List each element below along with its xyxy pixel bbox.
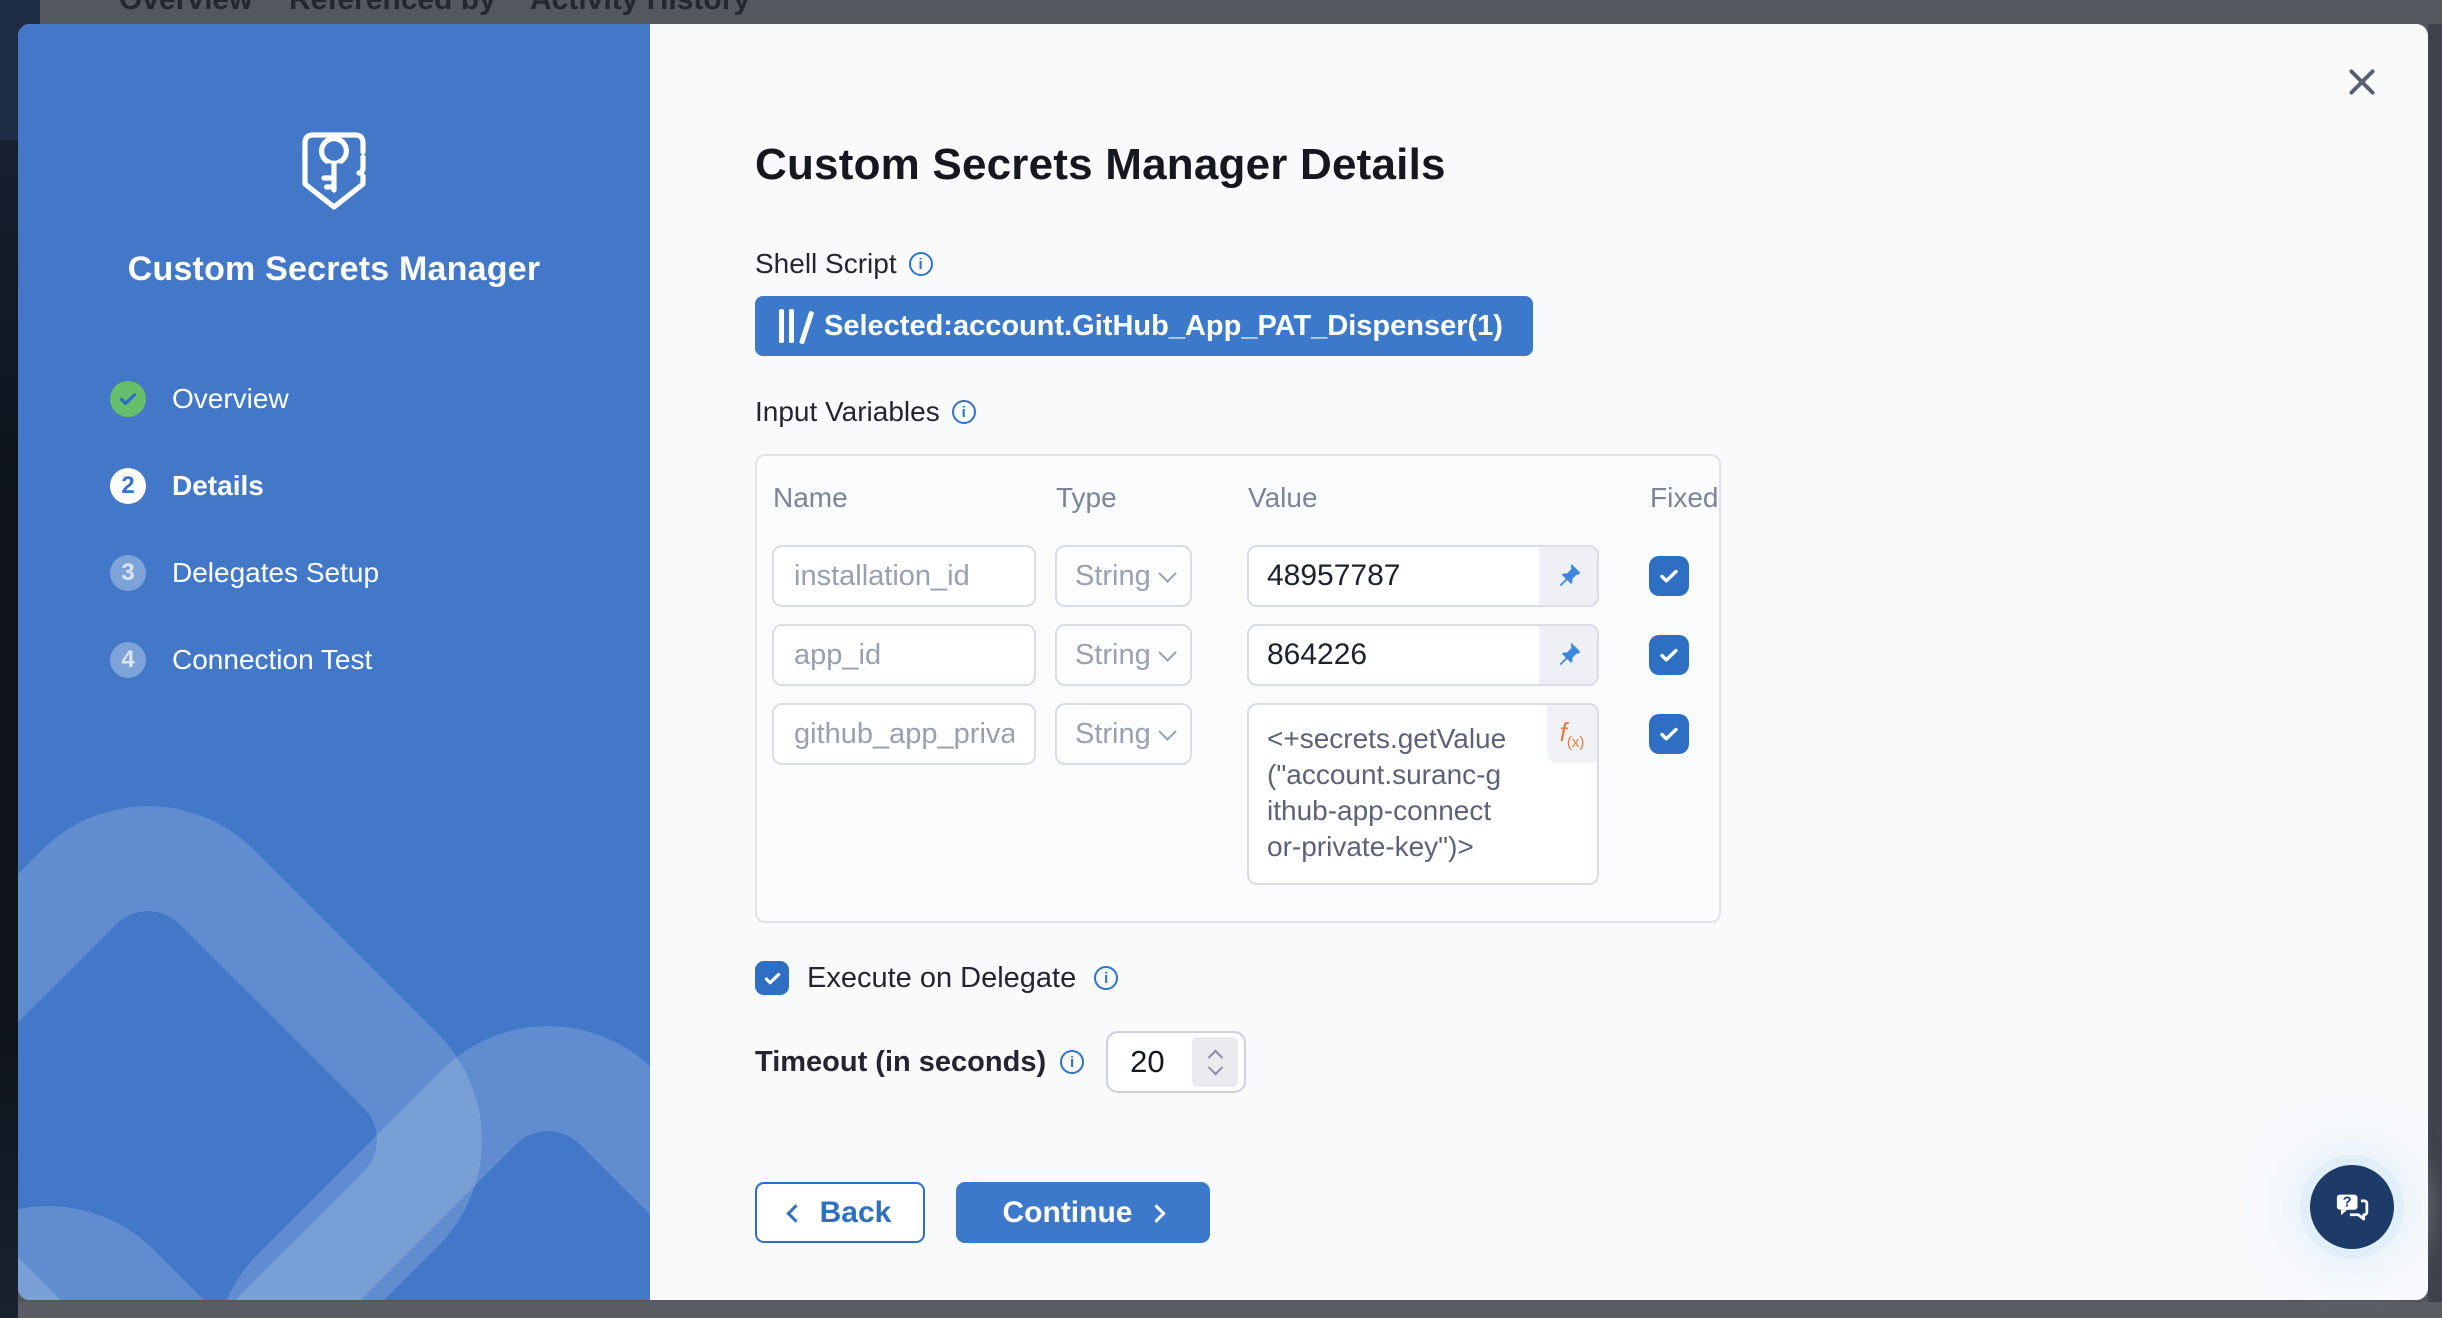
chevron-down-icon [1158,722,1176,740]
backdrop-bottom-strip [18,1302,2442,1318]
tab-referenced-by[interactable]: Referenced by [289,0,496,17]
tab-activity-history[interactable]: Activity History [530,0,750,17]
execute-on-delegate-label: Execute on Delegate [807,962,1076,995]
step-label: Overview [172,383,289,415]
variable-value-expression-textarea[interactable]: <+secrets.getValue ("account.suranc-g it… [1249,705,1597,883]
table-row: String [1055,545,1247,607]
back-button[interactable]: Back [755,1182,925,1243]
secrets-manager-shield-key-icon [289,124,379,220]
pin-icon[interactable] [1539,547,1597,605]
column-header-name: Name [772,474,1055,528]
wizard-steps: Overview 2 Details 3 Delegates Setup 4 C… [18,381,650,678]
fixed-checkbox[interactable] [1649,556,1689,596]
step-label: Details [172,470,264,502]
chevron-right-icon [1148,1204,1166,1222]
secrets-manager-wizard-modal: Custom Secrets Manager Overview 2 Detail… [18,24,2428,1300]
timeout-input-group [1106,1031,1246,1093]
step-done-check-icon [110,381,146,417]
column-header-fixed: Fixed [1649,474,1718,528]
chat-question-icon: ? [2330,1185,2374,1229]
table-row [1649,703,1718,754]
backdrop-topbar: Overview Referenced by Activity History [40,0,2442,24]
variable-type-select[interactable]: String [1055,703,1192,765]
svg-text:?: ? [2343,1195,2352,1211]
timeout-input[interactable] [1108,1044,1192,1080]
table-row [1649,545,1718,596]
template-library-icon [779,309,804,343]
fixed-checkbox[interactable] [1649,635,1689,675]
input-variables-table: Name Type Value Fixed String [755,454,1721,923]
variable-value-input[interactable] [1249,626,1539,684]
variable-name-input[interactable] [772,624,1036,686]
variable-value-input[interactable] [1249,547,1539,605]
selected-template-chip[interactable]: Selected:account.GitHub_App_PAT_Dispense… [755,296,1533,356]
step-label: Connection Test [172,644,372,676]
column-header-value: Value [1247,474,1633,528]
table-row [772,624,1055,686]
step-label: Delegates Setup [172,557,379,589]
execute-on-delegate-checkbox[interactable] [755,961,789,995]
close-icon[interactable] [2344,64,2380,100]
pin-icon[interactable] [1539,626,1597,684]
table-row [1247,545,1633,607]
backdrop-left-strip [0,140,18,1318]
step-connection-test[interactable]: 4 Connection Test [110,642,650,678]
chevron-left-icon [786,1204,804,1222]
wizard-content: Custom Secrets Manager Details Shell Scr… [650,24,2428,1300]
step-delegates-setup[interactable]: 3 Delegates Setup [110,555,650,591]
info-icon[interactable] [1094,966,1118,990]
chevron-down-icon [1158,564,1176,582]
page-title: Custom Secrets Manager Details [755,140,2428,190]
number-stepper[interactable] [1192,1037,1238,1087]
info-icon[interactable] [909,252,933,276]
variable-type-select[interactable]: String [1055,624,1192,686]
tab-overview[interactable]: Overview [119,0,252,17]
step-overview[interactable]: Overview [110,381,650,417]
column-header-type: Type [1055,474,1247,528]
variable-name-input[interactable] [772,545,1036,607]
sidebar-title: Custom Secrets Manager [18,250,650,289]
step-details[interactable]: 2 Details [110,468,650,504]
table-row [772,545,1055,607]
table-row: String [1055,703,1247,765]
chevron-down-icon [1207,1059,1223,1075]
expression-fx-icon[interactable]: f(x) [1547,705,1597,763]
table-row [1247,624,1633,686]
table-row: String [1055,624,1247,686]
wizard-sidebar: Custom Secrets Manager Overview 2 Detail… [18,24,650,1300]
step-number-badge: 2 [110,468,146,504]
shell-script-label: Shell Script [755,248,897,280]
table-row [772,703,1055,765]
backdrop-right-strip [2428,24,2442,1304]
step-number-badge: 3 [110,555,146,591]
timeout-label: Timeout (in seconds) [755,1046,1046,1079]
info-icon[interactable] [952,400,976,424]
variable-name-input[interactable] [772,703,1036,765]
info-icon[interactable] [1060,1050,1084,1074]
table-row: <+secrets.getValue ("account.suranc-g it… [1247,703,1633,885]
step-number-badge: 4 [110,642,146,678]
table-row [1649,624,1718,675]
fixed-checkbox[interactable] [1649,714,1689,754]
input-variables-label: Input Variables [755,396,940,428]
continue-button[interactable]: Continue [956,1182,1210,1243]
selected-template-label: Selected:account.GitHub_App_PAT_Dispense… [824,310,1503,343]
variable-type-select[interactable]: String [1055,545,1192,607]
chevron-down-icon [1158,643,1176,661]
help-chat-fab[interactable]: ? [2310,1165,2394,1249]
